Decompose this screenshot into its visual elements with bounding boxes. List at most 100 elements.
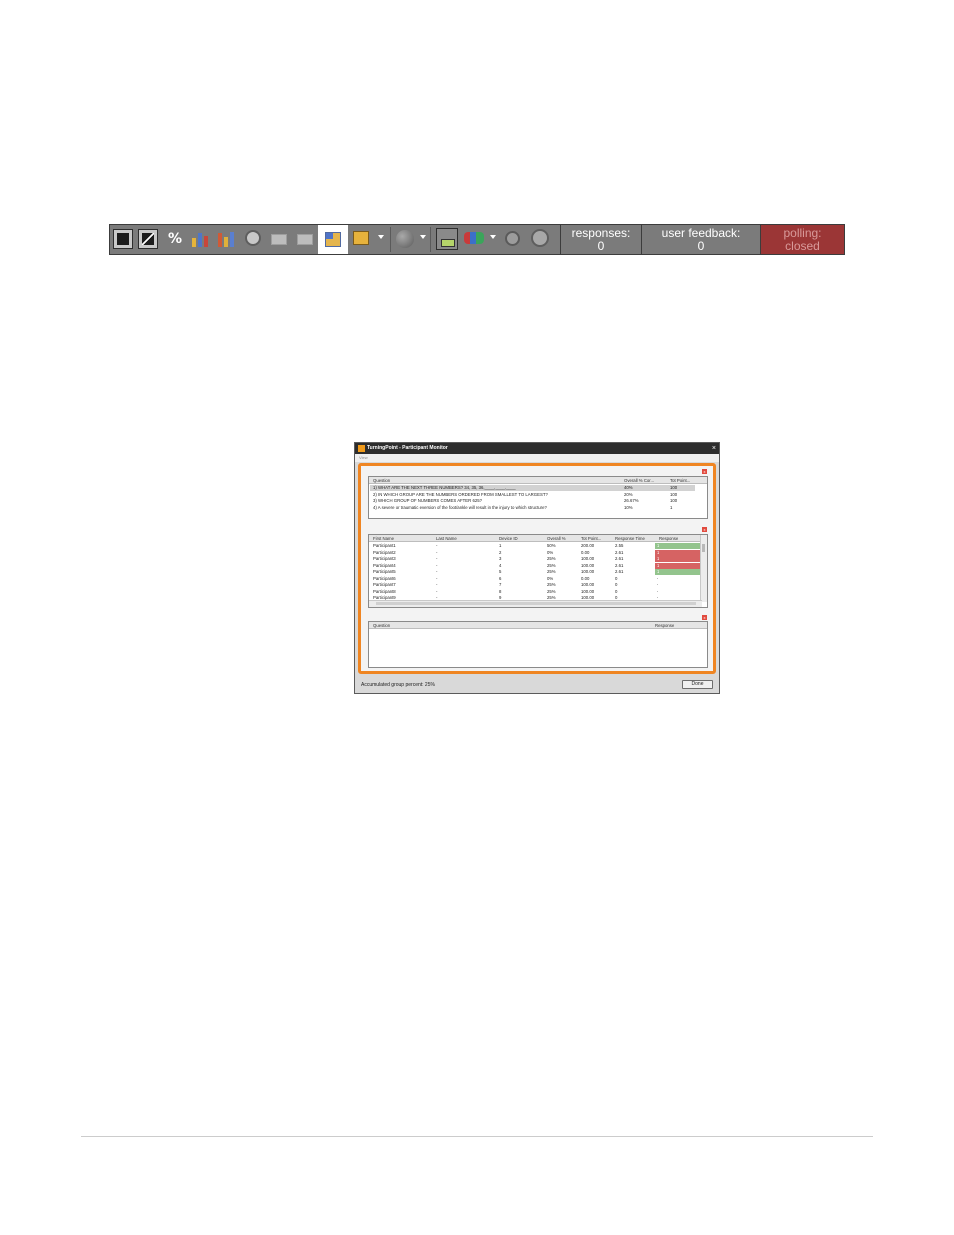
table-cell-overall[interactable]: 26.67% (624, 498, 666, 504)
table-cell-question[interactable]: 1) WHAT ARE THE NEXT THREE NUMBERS? 34, … (373, 485, 613, 491)
devices-icon[interactable] (464, 232, 484, 244)
scrollbar-thumb[interactable] (702, 544, 705, 552)
table-cell-last[interactable]: - (436, 556, 491, 562)
table-cell-points[interactable]: 100 (670, 498, 704, 504)
table-cell-response[interactable]: - (657, 582, 658, 588)
table-cell-overall[interactable]: 10% (624, 505, 666, 511)
column-header-first-name[interactable]: First Name (373, 535, 394, 542)
table-cell-first[interactable]: Participant2 (373, 550, 433, 556)
table-cell-device[interactable]: 7 (499, 582, 539, 588)
table-cell-overall[interactable]: 25% (547, 589, 577, 595)
table-cell-device[interactable]: 1 (499, 543, 539, 549)
table-cell-time[interactable]: 0 (615, 576, 655, 582)
table-cell-points[interactable]: 100 (670, 485, 704, 491)
table-cell-points[interactable]: 100 (670, 492, 704, 498)
menu-view[interactable]: View (359, 454, 368, 462)
envelope-icon[interactable] (271, 234, 287, 245)
column-chart-icon[interactable] (216, 229, 236, 249)
table-cell-time[interactable]: 0 (615, 589, 655, 595)
table-cell-last[interactable]: - (436, 569, 491, 575)
column-header-response[interactable]: Response (659, 535, 678, 542)
window-titlebar[interactable]: TurningPoint - Participant Monitor × (355, 443, 719, 454)
chevron-down-icon[interactable] (490, 235, 496, 239)
table-cell-overall[interactable]: 25% (547, 582, 577, 588)
table-cell-device[interactable]: 2 (499, 550, 539, 556)
remove-panel-icon[interactable]: x (702, 615, 707, 620)
table-cell-points[interactable]: 100.00 (581, 582, 611, 588)
table-cell-points[interactable]: 1 (670, 505, 704, 511)
import-icon[interactable] (436, 228, 458, 250)
table-cell-points[interactable]: 200.00 (581, 543, 611, 549)
table-cell-overall[interactable]: 25% (547, 556, 577, 562)
column-header-overall[interactable]: Overall % Cor... (624, 477, 666, 484)
envelope-icon[interactable] (297, 234, 313, 245)
table-cell-question[interactable]: 2) IN WHICH GROUP ARE THE NUMBERS ORDERE… (373, 492, 613, 498)
table-cell-response[interactable]: 1 (657, 543, 659, 549)
table-cell-first[interactable]: Participant6 (373, 576, 433, 582)
table-cell-device[interactable]: 3 (499, 556, 539, 562)
table-cell-last[interactable]: - (436, 576, 491, 582)
scrollbar-thumb[interactable] (376, 602, 696, 605)
table-cell-response[interactable]: 1 (657, 563, 659, 569)
expand-icon[interactable] (138, 229, 158, 249)
table-cell-first[interactable]: Participant4 (373, 563, 433, 569)
table-cell-time[interactable]: 2.61 (615, 550, 655, 556)
column-header-response-time[interactable]: Response Time (615, 535, 645, 542)
table-cell-response[interactable]: 1 (657, 556, 659, 562)
ball-icon[interactable] (396, 230, 414, 248)
table-cell-question[interactable]: 3) WHICH GROUP OF NUMBERS COMES AFTER 62… (373, 498, 613, 504)
table-cell-time[interactable]: 2.61 (615, 563, 655, 569)
horizontal-scrollbar[interactable] (369, 600, 702, 607)
remove-panel-icon[interactable]: x (702, 527, 707, 532)
table-cell-overall[interactable]: 0% (547, 576, 577, 582)
chevron-down-icon[interactable] (378, 235, 384, 239)
table-cell-time[interactable]: 2.55 (615, 543, 655, 549)
table-cell-time[interactable]: 0 (615, 582, 655, 588)
table-cell-points[interactable]: 100.00 (581, 589, 611, 595)
column-header-response[interactable]: Response (655, 622, 674, 629)
table-cell-response[interactable]: 1 (657, 550, 659, 556)
table-cell-overall[interactable]: 50% (547, 543, 577, 549)
table-cell-time[interactable]: 2.61 (615, 569, 655, 575)
table-cell-last[interactable]: - (436, 550, 491, 556)
table-cell-points[interactable]: 0.00 (581, 576, 611, 582)
table-cell-overall[interactable]: 40% (624, 485, 666, 491)
polling-status-button[interactable]: polling: closed (760, 225, 844, 254)
percent-icon[interactable]: % (165, 229, 185, 249)
column-header-points[interactable]: Tot Point... (670, 477, 706, 484)
column-header-last-name[interactable]: Last Name (436, 535, 457, 542)
column-header-points[interactable]: Tot Point... (581, 535, 611, 542)
table-cell-response[interactable]: - (657, 589, 658, 595)
table-cell-first[interactable]: Participant7 (373, 582, 433, 588)
table-cell-device[interactable]: 6 (499, 576, 539, 582)
table-cell-last[interactable]: - (436, 589, 491, 595)
table-cell-overall[interactable]: 0% (547, 550, 577, 556)
column-header-question[interactable]: Question (373, 622, 390, 629)
table-cell-question[interactable]: 4) A severe or traumatic eversion of the… (373, 505, 613, 511)
table-cell-response[interactable]: 1 (657, 569, 659, 575)
column-header-overall[interactable]: Overall % (547, 535, 566, 542)
column-header-device-id[interactable]: Device ID (499, 535, 518, 542)
table-cell-first[interactable]: Participant3 (373, 556, 433, 562)
bar-chart-icon[interactable] (190, 229, 210, 249)
list-icon[interactable] (353, 231, 369, 245)
settings-icon[interactable] (505, 231, 520, 246)
close-icon[interactable]: × (712, 443, 716, 454)
table-cell-points[interactable]: 100.00 (581, 569, 611, 575)
table-cell-overall[interactable]: 20% (624, 492, 666, 498)
column-header-question[interactable]: Question (373, 477, 390, 484)
table-cell-points[interactable]: 100.00 (581, 556, 611, 562)
table-cell-first[interactable]: Participant5 (373, 569, 433, 575)
chevron-down-icon[interactable] (420, 235, 426, 239)
table-cell-first[interactable]: Participant8 (373, 589, 433, 595)
table-cell-points[interactable]: 0.00 (581, 550, 611, 556)
table-cell-response[interactable]: - (657, 576, 658, 582)
table-cell-last[interactable]: - (436, 543, 491, 549)
table-cell-last[interactable]: - (436, 563, 491, 569)
remove-panel-icon[interactable]: x (702, 469, 707, 474)
table-cell-device[interactable]: 4 (499, 563, 539, 569)
table-cell-overall[interactable]: 25% (547, 563, 577, 569)
table-cell-device[interactable]: 8 (499, 589, 539, 595)
exit-icon[interactable] (113, 229, 133, 249)
participant-monitor-icon[interactable] (318, 225, 348, 254)
